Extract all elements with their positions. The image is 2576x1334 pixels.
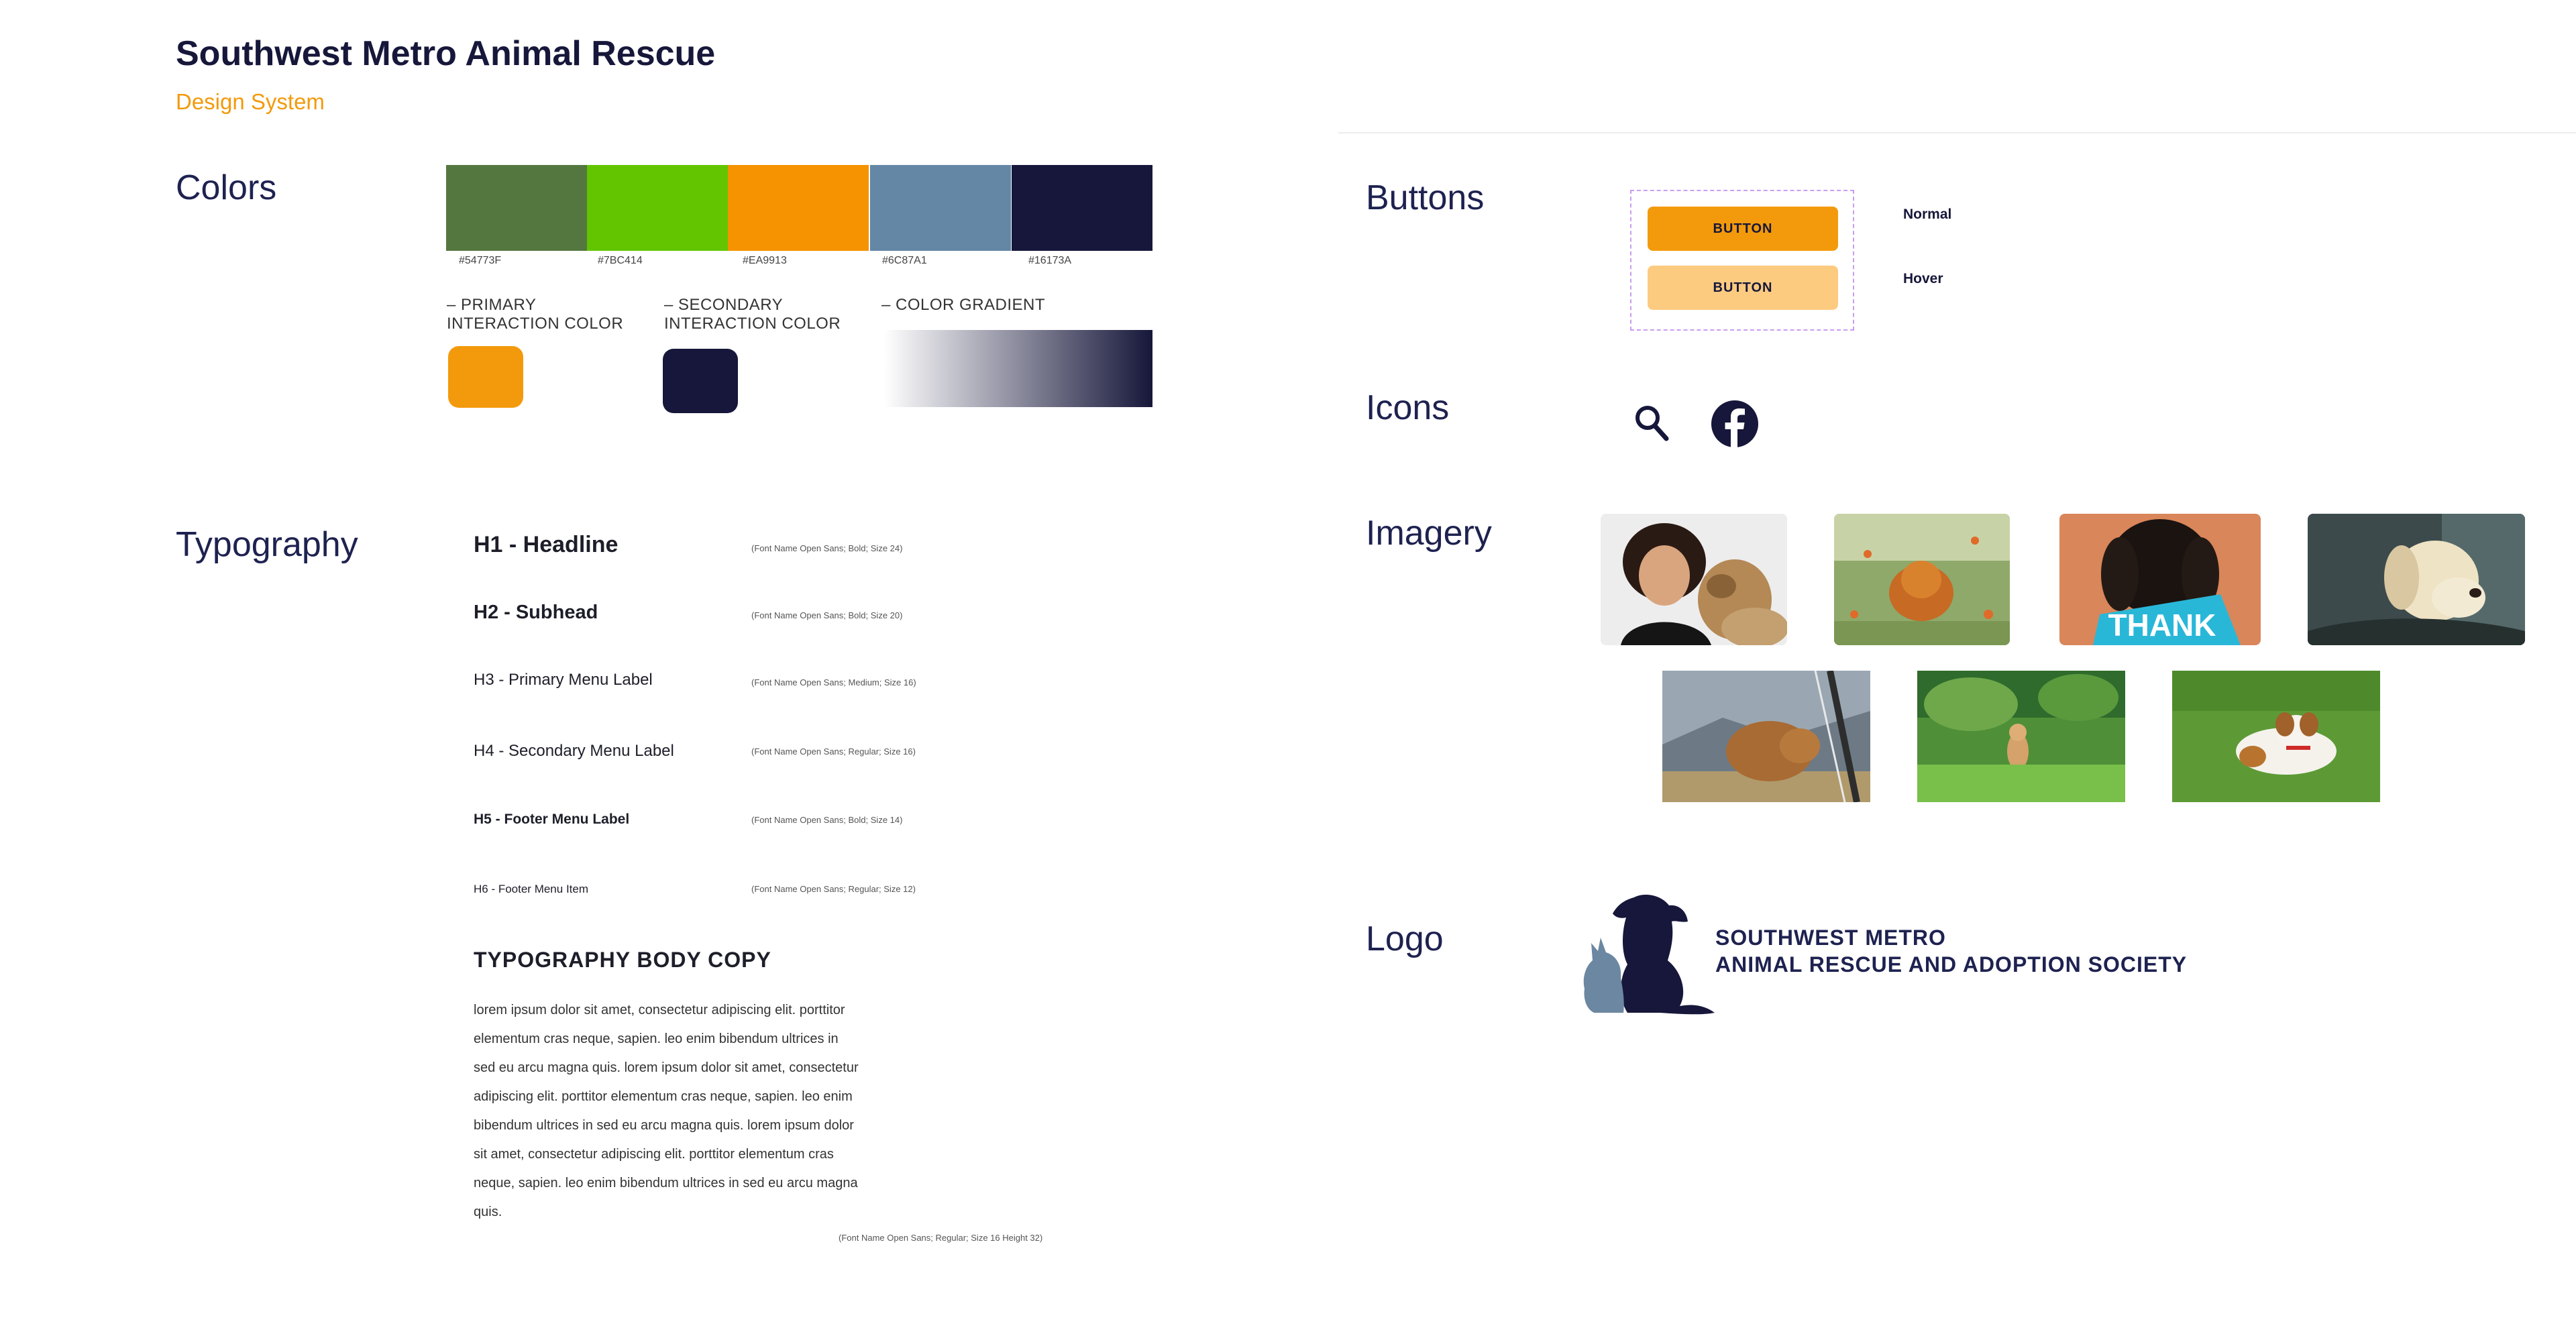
normal-state-label: Normal	[1903, 207, 1952, 222]
color-swatch	[728, 165, 869, 251]
photo-golden-dog-field	[1834, 514, 2010, 645]
secondary-color-chip	[663, 349, 738, 413]
photo-kitten-grass	[1917, 671, 2125, 802]
logo-text-line2: ANIMAL RESCUE AND ADOPTION SOCIETY	[1715, 952, 2188, 977]
page-title: Southwest Metro Animal Rescue	[176, 34, 716, 73]
h5-note: (Font Name Open Sans; Bold; Size 14)	[751, 815, 903, 825]
primary-interaction-label: – PRIMARY INTERACTION COLOR	[447, 296, 624, 333]
h3-sample: H3 - Primary Menu Label	[474, 671, 653, 689]
color-swatch	[587, 165, 728, 251]
photo-sign-text: THANK	[2108, 608, 2216, 643]
icons-section-title: Icons	[1366, 388, 1450, 427]
h1-sample: H1 - Headline	[474, 532, 619, 557]
h4-note: (Font Name Open Sans; Regular; Size 16)	[751, 746, 916, 757]
facebook-icon[interactable]	[1711, 400, 1759, 448]
swatch-code: #16173A	[1028, 255, 1072, 266]
color-gradient	[884, 330, 1152, 407]
search-icon[interactable]	[1633, 402, 1670, 443]
secondary-interaction-label: – SECONDARY INTERACTION COLOR	[664, 296, 841, 333]
h5-sample: H5 - Footer Menu Label	[474, 812, 630, 827]
imagery-section-title: Imagery	[1366, 514, 1492, 553]
color-swatch	[870, 165, 1011, 251]
logo-section-title: Logo	[1366, 920, 1444, 958]
button-hover[interactable]: BUTTON	[1648, 266, 1838, 310]
swatch-code: #54773F	[459, 255, 502, 266]
h4-sample: H4 - Secondary Menu Label	[474, 742, 674, 760]
h6-sample: H6 - Footer Menu Item	[474, 883, 589, 895]
primary-color-chip	[448, 346, 523, 408]
color-swatch	[1012, 165, 1152, 251]
h1-note: (Font Name Open Sans; Bold; Size 24)	[751, 543, 903, 553]
h6-note: (Font Name Open Sans; Regular; Size 12)	[751, 884, 916, 894]
body-copy-text: lorem ipsum dolor sit amet, consectetur …	[474, 1003, 859, 1219]
photo-puppy-grass	[2172, 671, 2380, 802]
photo-woman-with-dog	[1601, 514, 1787, 645]
swatch-code: #EA9913	[743, 255, 787, 266]
swatch-code: #6C87A1	[882, 255, 927, 266]
color-gradient-label: – COLOR GRADIENT	[881, 296, 1046, 314]
body-copy-title: TYPOGRAPHY BODY COPY	[474, 948, 771, 972]
logo-mark	[1583, 895, 1715, 1015]
hover-state-label: Hover	[1903, 271, 1943, 286]
photo-labrador-puppy	[2308, 514, 2525, 645]
body-copy-note: (Font Name Open Sans; Regular; Size 16 H…	[839, 1233, 1043, 1243]
typography-section-title: Typography	[176, 525, 358, 564]
button-normal[interactable]: BUTTON	[1648, 207, 1838, 251]
logo-text-line1: SOUTHWEST METRO	[1715, 926, 1946, 950]
divider	[1338, 132, 2576, 133]
color-swatch	[446, 165, 587, 251]
colors-section-title: Colors	[176, 168, 277, 207]
h2-note: (Font Name Open Sans; Bold; Size 20)	[751, 610, 903, 620]
design-system-page: Southwest Metro Animal Rescue Design Sys…	[0, 0, 2576, 1334]
page-subtitle: Design System	[176, 89, 325, 114]
photo-dog-thank-you-sign: THANK	[2059, 514, 2261, 645]
h3-note: (Font Name Open Sans; Medium; Size 16)	[751, 677, 916, 687]
h2-sample: H2 - Subhead	[474, 602, 598, 623]
buttons-section-title: Buttons	[1366, 178, 1485, 217]
photo-dog-car-window	[1662, 671, 1870, 802]
swatch-code: #7BC414	[598, 255, 643, 266]
